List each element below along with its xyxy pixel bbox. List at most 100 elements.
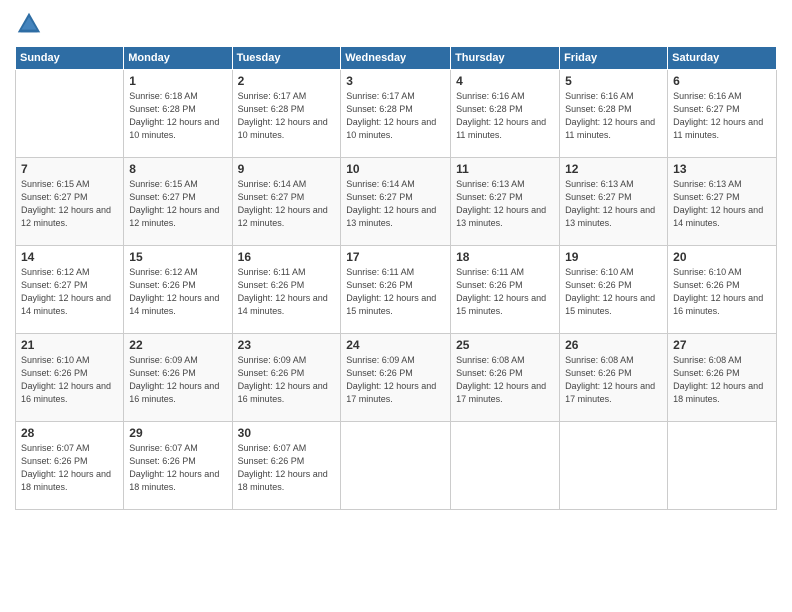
day-number: 4 xyxy=(456,74,554,88)
calendar-day-header: Thursday xyxy=(451,47,560,70)
day-info: Sunrise: 6:08 AMSunset: 6:26 PMDaylight:… xyxy=(673,354,771,406)
calendar-cell: 1 Sunrise: 6:18 AMSunset: 6:28 PMDaylight… xyxy=(124,70,232,158)
day-info: Sunrise: 6:13 AMSunset: 6:27 PMDaylight:… xyxy=(456,178,554,230)
day-number: 10 xyxy=(346,162,445,176)
calendar-day-header: Sunday xyxy=(16,47,124,70)
page: SundayMondayTuesdayWednesdayThursdayFrid… xyxy=(0,0,792,612)
day-info: Sunrise: 6:07 AMSunset: 6:26 PMDaylight:… xyxy=(238,442,336,494)
day-info: Sunrise: 6:07 AMSunset: 6:26 PMDaylight:… xyxy=(129,442,226,494)
day-info: Sunrise: 6:16 AMSunset: 6:28 PMDaylight:… xyxy=(565,90,662,142)
calendar-cell: 9Sunrise: 6:14 AMSunset: 6:27 PMDaylight… xyxy=(232,158,341,246)
calendar-cell: 16 Sunrise: 6:11 AMSunset: 6:26 PMDayligh… xyxy=(232,246,341,334)
day-number: 24 xyxy=(346,338,445,352)
day-number: 13 xyxy=(673,162,771,176)
day-info: Sunrise: 6:09 AMSunset: 6:26 PMDaylight:… xyxy=(346,354,445,406)
day-number: 5 xyxy=(565,74,662,88)
day-info: Sunrise: 6:10 AMSunset: 6:26 PMDaylight:… xyxy=(565,266,662,318)
day-info: Sunrise: 6:12 AMSunset: 6:26 PMDaylight:… xyxy=(129,266,226,318)
day-info: Sunrise: 6:18 AMSunset: 6:28 PMDaylight:… xyxy=(129,90,226,142)
day-info: Sunrise: 6:09 AMSunset: 6:26 PMDaylight:… xyxy=(129,354,226,406)
day-info: Sunrise: 6:11 AMSunset: 6:26 PMDaylight:… xyxy=(456,266,554,318)
day-info: Sunrise: 6:13 AMSunset: 6:27 PMDaylight:… xyxy=(673,178,771,230)
day-info: Sunrise: 6:07 AMSunset: 6:26 PMDaylight:… xyxy=(21,442,118,494)
calendar-cell xyxy=(341,422,451,510)
header xyxy=(15,10,777,38)
day-info: Sunrise: 6:15 AMSunset: 6:27 PMDaylight:… xyxy=(129,178,226,230)
day-info: Sunrise: 6:10 AMSunset: 6:26 PMDaylight:… xyxy=(673,266,771,318)
calendar-cell: 26 Sunrise: 6:08 AMSunset: 6:26 PMDayligh… xyxy=(560,334,668,422)
calendar-cell: 5 Sunrise: 6:16 AMSunset: 6:28 PMDaylight… xyxy=(560,70,668,158)
day-number: 2 xyxy=(238,74,336,88)
calendar-day-header: Tuesday xyxy=(232,47,341,70)
day-info: Sunrise: 6:12 AMSunset: 6:27 PMDaylight:… xyxy=(21,266,118,318)
calendar-day-header: Wednesday xyxy=(341,47,451,70)
day-number: 17 xyxy=(346,250,445,264)
calendar-cell: 22 Sunrise: 6:09 AMSunset: 6:26 PMDayligh… xyxy=(124,334,232,422)
calendar-cell: 6 Sunrise: 6:16 AMSunset: 6:27 PMDaylight… xyxy=(668,70,777,158)
day-info: Sunrise: 6:15 AMSunset: 6:27 PMDaylight:… xyxy=(21,178,118,230)
calendar-week-row: 21 Sunrise: 6:10 AMSunset: 6:26 PMDayligh… xyxy=(16,334,777,422)
day-info: Sunrise: 6:16 AMSunset: 6:28 PMDaylight:… xyxy=(456,90,554,142)
calendar-cell: 29Sunrise: 6:07 AMSunset: 6:26 PMDayligh… xyxy=(124,422,232,510)
calendar-cell: 20 Sunrise: 6:10 AMSunset: 6:26 PMDayligh… xyxy=(668,246,777,334)
day-number: 20 xyxy=(673,250,771,264)
day-info: Sunrise: 6:09 AMSunset: 6:26 PMDaylight:… xyxy=(238,354,336,406)
day-number: 21 xyxy=(21,338,118,352)
day-number: 25 xyxy=(456,338,554,352)
day-info: Sunrise: 6:13 AMSunset: 6:27 PMDaylight:… xyxy=(565,178,662,230)
day-number: 9 xyxy=(238,162,336,176)
calendar-day-header: Monday xyxy=(124,47,232,70)
day-number: 26 xyxy=(565,338,662,352)
day-info: Sunrise: 6:11 AMSunset: 6:26 PMDaylight:… xyxy=(346,266,445,318)
calendar-cell xyxy=(560,422,668,510)
calendar-day-header: Friday xyxy=(560,47,668,70)
calendar-cell: 17 Sunrise: 6:11 AMSunset: 6:26 PMDayligh… xyxy=(341,246,451,334)
calendar-table: SundayMondayTuesdayWednesdayThursdayFrid… xyxy=(15,46,777,510)
day-info: Sunrise: 6:11 AMSunset: 6:26 PMDaylight:… xyxy=(238,266,336,318)
calendar-cell: 10 Sunrise: 6:14 AMSunset: 6:27 PMDayligh… xyxy=(341,158,451,246)
day-info: Sunrise: 6:17 AMSunset: 6:28 PMDaylight:… xyxy=(238,90,336,142)
day-number: 1 xyxy=(129,74,226,88)
calendar-cell: 14 Sunrise: 6:12 AMSunset: 6:27 PMDayligh… xyxy=(16,246,124,334)
logo-icon xyxy=(15,10,43,38)
calendar-week-row: 1 Sunrise: 6:18 AMSunset: 6:28 PMDaylight… xyxy=(16,70,777,158)
day-number: 3 xyxy=(346,74,445,88)
calendar-cell: 19 Sunrise: 6:10 AMSunset: 6:26 PMDayligh… xyxy=(560,246,668,334)
calendar-day-header: Saturday xyxy=(668,47,777,70)
calendar-cell: 24 Sunrise: 6:09 AMSunset: 6:26 PMDayligh… xyxy=(341,334,451,422)
calendar-cell xyxy=(668,422,777,510)
day-number: 12 xyxy=(565,162,662,176)
day-info: Sunrise: 6:16 AMSunset: 6:27 PMDaylight:… xyxy=(673,90,771,142)
day-number: 14 xyxy=(21,250,118,264)
calendar-cell: 12 Sunrise: 6:13 AMSunset: 6:27 PMDayligh… xyxy=(560,158,668,246)
logo xyxy=(15,10,47,38)
day-number: 7 xyxy=(21,162,118,176)
day-info: Sunrise: 6:14 AMSunset: 6:27 PMDaylight:… xyxy=(346,178,445,230)
day-number: 22 xyxy=(129,338,226,352)
day-number: 8 xyxy=(129,162,226,176)
day-number: 28 xyxy=(21,426,118,440)
calendar-cell: 30 Sunrise: 6:07 AMSunset: 6:26 PMDayligh… xyxy=(232,422,341,510)
day-info: Sunrise: 6:08 AMSunset: 6:26 PMDaylight:… xyxy=(456,354,554,406)
calendar-cell: 3Sunrise: 6:17 AMSunset: 6:28 PMDaylight… xyxy=(341,70,451,158)
calendar-cell: 2 Sunrise: 6:17 AMSunset: 6:28 PMDaylight… xyxy=(232,70,341,158)
calendar-week-row: 28 Sunrise: 6:07 AMSunset: 6:26 PMDayligh… xyxy=(16,422,777,510)
day-number: 15 xyxy=(129,250,226,264)
calendar-cell xyxy=(451,422,560,510)
day-number: 16 xyxy=(238,250,336,264)
day-number: 11 xyxy=(456,162,554,176)
calendar-cell: 27 Sunrise: 6:08 AMSunset: 6:26 PMDayligh… xyxy=(668,334,777,422)
calendar-cell: 15 Sunrise: 6:12 AMSunset: 6:26 PMDayligh… xyxy=(124,246,232,334)
calendar-cell xyxy=(16,70,124,158)
day-number: 6 xyxy=(673,74,771,88)
day-number: 27 xyxy=(673,338,771,352)
calendar-cell: 25 Sunrise: 6:08 AMSunset: 6:26 PMDayligh… xyxy=(451,334,560,422)
calendar-cell: 11 Sunrise: 6:13 AMSunset: 6:27 PMDayligh… xyxy=(451,158,560,246)
day-info: Sunrise: 6:10 AMSunset: 6:26 PMDaylight:… xyxy=(21,354,118,406)
calendar-cell: 7 Sunrise: 6:15 AMSunset: 6:27 PMDaylight… xyxy=(16,158,124,246)
calendar-cell: 21 Sunrise: 6:10 AMSunset: 6:26 PMDayligh… xyxy=(16,334,124,422)
day-info: Sunrise: 6:08 AMSunset: 6:26 PMDaylight:… xyxy=(565,354,662,406)
day-number: 30 xyxy=(238,426,336,440)
calendar-week-row: 7 Sunrise: 6:15 AMSunset: 6:27 PMDaylight… xyxy=(16,158,777,246)
day-number: 19 xyxy=(565,250,662,264)
